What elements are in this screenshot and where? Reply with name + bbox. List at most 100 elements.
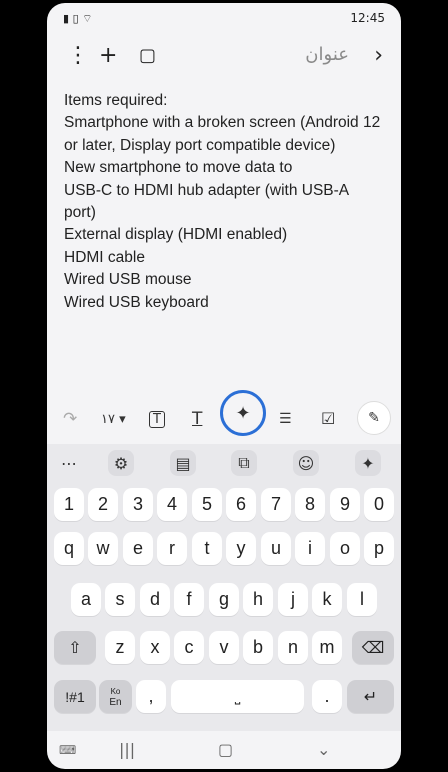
language-key[interactable]: Ko En xyxy=(99,680,132,713)
checkbox-icon[interactable]: ☑ xyxy=(321,409,335,428)
back-icon[interactable]: ⌄ xyxy=(317,740,330,759)
key-a[interactable]: a xyxy=(71,583,101,616)
key-6[interactable]: 6 xyxy=(226,488,256,521)
ai-sparkle-icon: ✦ xyxy=(235,402,251,424)
keyboard-row-3: ⇧ z x c v b n m ⌫ xyxy=(47,631,401,664)
home-icon[interactable]: ▢ xyxy=(218,740,233,759)
key-x[interactable]: x xyxy=(140,631,170,664)
keyboard-row-1: q w e r t y u i o p xyxy=(47,532,401,565)
note-line: New smartphone to move data to xyxy=(64,159,293,177)
keyboard-row-bottom: !#1 Ko En , ⎵ . ↵ xyxy=(47,680,401,713)
key-u[interactable]: u xyxy=(261,532,291,565)
key-s[interactable]: s xyxy=(105,583,135,616)
symbols-key[interactable]: !#1 xyxy=(54,680,96,713)
key-5[interactable]: 5 xyxy=(192,488,222,521)
key-q[interactable]: q xyxy=(54,532,84,565)
sim-icon: ▯ xyxy=(72,12,79,25)
enter-icon: ↵ xyxy=(363,688,378,706)
note-body[interactable]: Items required: Smartphone with a broken… xyxy=(64,90,384,314)
note-title[interactable]: عنوان xyxy=(305,44,349,65)
backspace-key[interactable]: ⌫ xyxy=(352,631,394,664)
key-y[interactable]: y xyxy=(226,532,256,565)
book-icon[interactable]: ▢ xyxy=(139,43,156,69)
key-8[interactable]: 8 xyxy=(295,488,325,521)
key-d[interactable]: d xyxy=(140,583,170,616)
ai-sparkle-icon[interactable]: ✦ xyxy=(355,450,381,476)
key-2[interactable]: 2 xyxy=(88,488,118,521)
format-toolbar: ↷ ١٧ ▾ T T ✦ ☰ ☑ ✎ xyxy=(47,390,401,443)
status-time: 12:45 xyxy=(350,11,385,25)
emoji-icon[interactable]: ☺ xyxy=(293,450,319,476)
pen-button[interactable]: ✎ xyxy=(357,401,391,435)
key-i[interactable]: i xyxy=(295,532,325,565)
recents-icon[interactable]: ||| xyxy=(119,740,135,759)
text-size-button[interactable]: ١٧ ▾ xyxy=(101,412,126,427)
key-e[interactable]: e xyxy=(123,532,153,565)
keyboard-row-2: a s d f g h j k l xyxy=(47,583,401,616)
wifi-icon: ⌔ xyxy=(82,12,93,25)
key-z[interactable]: z xyxy=(105,631,135,664)
space-icon: ⎵ xyxy=(234,688,241,704)
navigation-bar: ⌨ ||| ▢ ⌄ xyxy=(47,731,401,769)
key-h[interactable]: h xyxy=(243,583,273,616)
note-line: Wired USB keyboard xyxy=(64,293,209,311)
language-label: En xyxy=(109,696,122,708)
more-vert-icon[interactable]: ⋮ xyxy=(67,43,89,69)
more-icon[interactable]: ⋯ xyxy=(56,450,82,476)
key-9[interactable]: 9 xyxy=(330,488,360,521)
app-bar: ⋮ + ▢ عنوان › xyxy=(47,35,401,79)
shift-icon: ⇧ xyxy=(68,639,82,657)
keyboard-toolbar: ⋯ ⚙ ▤ ⧉ ☺ ✦ xyxy=(47,444,401,482)
battery-icon: ▮ xyxy=(63,12,70,25)
key-j[interactable]: j xyxy=(278,583,308,616)
key-7[interactable]: 7 xyxy=(261,488,291,521)
note-line: Smartphone with a broken screen (Android… xyxy=(64,114,381,154)
clipboard-icon[interactable]: ▤ xyxy=(170,450,196,476)
key-w[interactable]: w xyxy=(88,532,118,565)
key-c[interactable]: c xyxy=(174,631,204,664)
note-line: HDMI cable xyxy=(64,248,145,266)
period-key[interactable]: . xyxy=(312,680,342,713)
key-o[interactable]: o xyxy=(330,532,360,565)
ai-sparkle-button[interactable]: ✦ xyxy=(220,390,266,436)
keyboard: ⋯ ⚙ ▤ ⧉ ☺ ✦ 1 2 3 4 5 6 7 8 9 0 q w e r … xyxy=(47,444,401,731)
note-line: Wired USB mouse xyxy=(64,271,192,289)
text-style-icon[interactable]: ☰ xyxy=(279,411,292,427)
key-l[interactable]: l xyxy=(347,583,377,616)
keyboard-row-numbers: 1 2 3 4 5 6 7 8 9 0 xyxy=(47,488,401,521)
key-v[interactable]: v xyxy=(209,631,239,664)
phone-screen: ▮ ▯ ⌔ 12:45 ⋮ + ▢ عنوان › Items required… xyxy=(47,3,401,769)
key-0[interactable]: 0 xyxy=(364,488,394,521)
key-n[interactable]: n xyxy=(278,631,308,664)
status-bar: ▮ ▯ ⌔ 12:45 xyxy=(47,3,401,33)
pen-icon: ✎ xyxy=(368,410,380,426)
image-icon[interactable]: ⧉ xyxy=(231,450,257,476)
key-3[interactable]: 3 xyxy=(123,488,153,521)
note-line: External display (HDMI enabled) xyxy=(64,226,288,244)
key-m[interactable]: m xyxy=(312,631,342,664)
text-box-icon[interactable]: T xyxy=(149,411,165,428)
space-key[interactable]: ⎵ xyxy=(171,680,304,713)
redo-icon[interactable]: ↷ xyxy=(63,409,77,429)
key-f[interactable]: f xyxy=(174,583,204,616)
enter-key[interactable]: ↵ xyxy=(347,680,394,713)
language-secondary-label: Ko xyxy=(110,686,121,696)
key-t[interactable]: t xyxy=(192,532,222,565)
key-g[interactable]: g xyxy=(209,583,239,616)
chevron-right-icon[interactable]: › xyxy=(374,43,383,69)
backspace-icon: ⌫ xyxy=(361,639,385,657)
key-p[interactable]: p xyxy=(364,532,394,565)
comma-key[interactable]: , xyxy=(136,680,166,713)
settings-icon[interactable]: ⚙ xyxy=(108,450,134,476)
note-line: USB-C to HDMI hub adapter (with USB-A po… xyxy=(64,181,349,222)
key-1[interactable]: 1 xyxy=(54,488,84,521)
key-k[interactable]: k xyxy=(312,583,342,616)
text-format-icon[interactable]: T xyxy=(192,409,202,429)
keyboard-hide-icon[interactable]: ⌨ xyxy=(59,743,76,757)
shift-key[interactable]: ⇧ xyxy=(54,631,96,664)
key-4[interactable]: 4 xyxy=(157,488,187,521)
plus-icon[interactable]: + xyxy=(99,43,117,69)
note-line: Items required: xyxy=(64,92,168,109)
key-r[interactable]: r xyxy=(157,532,187,565)
key-b[interactable]: b xyxy=(243,631,273,664)
